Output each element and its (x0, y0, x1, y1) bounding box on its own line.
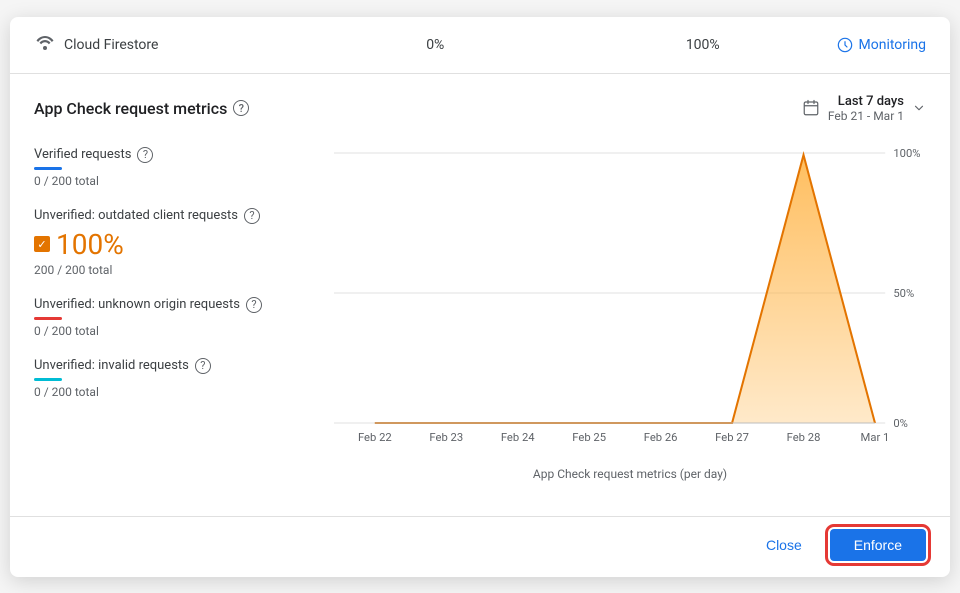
title-help-icon[interactable]: ? (233, 100, 249, 116)
top-bar: Cloud Firestore 0% 100% Monitoring (10, 17, 950, 74)
metrics-title: App Check request metrics ? (34, 99, 249, 118)
verified-line (34, 167, 62, 170)
metric-outdated-label: Unverified: outdated client requests ? (34, 208, 334, 224)
svg-text:Feb 23: Feb 23 (429, 431, 463, 443)
outdated-help-icon[interactable]: ? (244, 208, 260, 224)
date-range-selector[interactable]: Last 7 days Feb 21 - Mar 1 (802, 94, 926, 123)
metric-verified: Verified requests ? 0 / 200 total (34, 147, 334, 188)
service-section: Cloud Firestore (34, 33, 302, 57)
pct-0: 0% (302, 37, 570, 53)
metric-unknown-label: Unverified: unknown origin requests ? (34, 297, 334, 313)
chart-svg-wrapper: 100% 50% 0% (334, 143, 926, 463)
monitoring-link[interactable]: Monitoring (837, 37, 927, 53)
invalid-help-icon[interactable]: ? (195, 358, 211, 374)
svg-text:50%: 50% (893, 287, 914, 300)
main-content: App Check request metrics ? Last 7 days … (10, 74, 950, 516)
verified-total: 0 / 200 total (34, 174, 334, 188)
svg-text:100%: 100% (893, 147, 920, 160)
unknown-help-icon[interactable]: ? (246, 297, 262, 313)
unknown-line (34, 317, 62, 320)
svg-text:Feb 25: Feb 25 (572, 431, 606, 443)
clock-icon (837, 37, 853, 53)
metric-invalid-label: Unverified: invalid requests ? (34, 358, 334, 374)
metrics-header: App Check request metrics ? Last 7 days … (34, 94, 926, 123)
chart-x-label: App Check request metrics (per day) (334, 467, 926, 481)
chart-svg: 100% 50% 0% (334, 143, 926, 443)
verified-help-icon[interactable]: ? (137, 147, 153, 163)
dialog: Cloud Firestore 0% 100% Monitoring App C… (10, 17, 950, 577)
chart-section: Verified requests ? 0 / 200 total Unveri… (34, 139, 926, 500)
metric-outdated: Unverified: outdated client requests ? ✓… (34, 208, 334, 277)
svg-text:0%: 0% (893, 417, 908, 430)
metrics-list: Verified requests ? 0 / 200 total Unveri… (34, 139, 334, 500)
calendar-icon (802, 99, 820, 117)
svg-text:Feb 22: Feb 22 (358, 431, 392, 443)
monitoring-label: Monitoring (859, 37, 927, 53)
date-range-label: Last 7 days (828, 94, 904, 109)
svg-text:Feb 24: Feb 24 (501, 431, 535, 443)
pct-100: 100% (569, 37, 837, 53)
invalid-line (34, 378, 62, 381)
unknown-total: 0 / 200 total (34, 324, 334, 338)
date-range-sub: Feb 21 - Mar 1 (828, 109, 904, 123)
invalid-total: 0 / 200 total (34, 385, 334, 399)
metric-verified-label: Verified requests ? (34, 147, 334, 163)
enforce-button[interactable]: Enforce (830, 529, 926, 561)
svg-text:Feb 27: Feb 27 (715, 431, 749, 443)
metrics-title-text: App Check request metrics (34, 99, 227, 118)
chart-area-fill (375, 155, 875, 423)
svg-text:Feb 26: Feb 26 (644, 431, 678, 443)
chart-area: 100% 50% 0% (334, 139, 926, 500)
firestore-icon (34, 33, 56, 57)
svg-text:Feb 28: Feb 28 (787, 431, 821, 443)
date-range-text: Last 7 days Feb 21 - Mar 1 (828, 94, 904, 123)
footer: Close Enforce (10, 516, 950, 577)
metric-invalid: Unverified: invalid requests ? 0 / 200 t… (34, 358, 334, 399)
outdated-value: ✓ 100% (34, 228, 334, 261)
metric-unknown: Unverified: unknown origin requests ? 0 … (34, 297, 334, 338)
outdated-total: 200 / 200 total (34, 263, 334, 277)
svg-text:Mar 1: Mar 1 (861, 431, 890, 443)
outdated-checkbox[interactable]: ✓ (34, 236, 50, 252)
service-name-label: Cloud Firestore (64, 37, 158, 53)
chevron-down-icon (912, 101, 926, 115)
close-button[interactable]: Close (750, 529, 818, 561)
